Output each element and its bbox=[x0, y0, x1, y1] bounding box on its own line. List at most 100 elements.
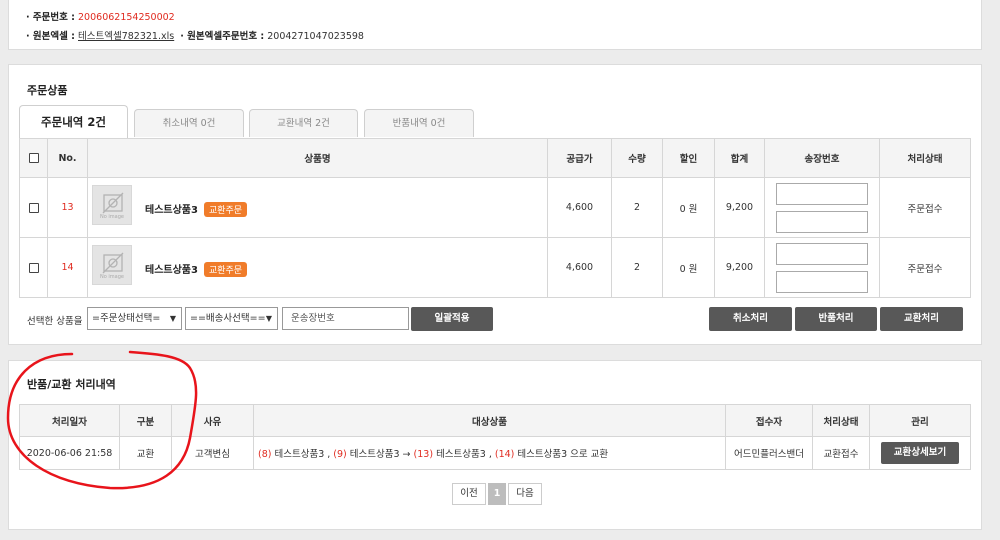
col-manage: 관리 bbox=[869, 404, 971, 437]
exchange-order-badge: 교환주문 bbox=[203, 262, 248, 277]
exchange-detail-button[interactable]: 교환상세보기 bbox=[881, 442, 959, 464]
col-type: 구분 bbox=[119, 404, 172, 437]
col-no: No. bbox=[47, 138, 88, 178]
col-quantity: 수량 bbox=[611, 138, 663, 178]
no-image-icon bbox=[102, 252, 124, 274]
product-cell: No image 테스트상품3 교환주문 bbox=[87, 177, 548, 238]
col-total: 합계 bbox=[714, 138, 765, 178]
col-receiver: 접수자 bbox=[725, 404, 813, 437]
row-checkbox-cell bbox=[19, 177, 48, 238]
no-image-text: No image bbox=[100, 274, 124, 280]
tab-cancellations[interactable]: 취소내역 0건 bbox=[134, 109, 244, 137]
invoice-cell bbox=[764, 177, 880, 238]
supply-price: 4,600 bbox=[547, 177, 612, 238]
col-reason: 사유 bbox=[171, 404, 254, 437]
product-ref-8: (8) bbox=[258, 449, 272, 460]
courier-select[interactable]: ==배송사선택== ▼ bbox=[185, 307, 278, 330]
total: 9,200 bbox=[714, 237, 765, 298]
row-number: 13 bbox=[47, 177, 88, 238]
product-ref-14: (14) bbox=[494, 449, 515, 460]
pagination-prev[interactable]: 이전 bbox=[452, 483, 486, 505]
cancel-process-button[interactable]: 취소처리 bbox=[709, 307, 792, 331]
col-process-status: 처리상태 bbox=[812, 404, 870, 437]
total: 9,200 bbox=[714, 177, 765, 238]
col-supply-price: 공급가 bbox=[547, 138, 612, 178]
invoice-number-placeholder: 운송장번호 bbox=[291, 313, 335, 324]
product-cell: No image 테스트상품3 교환주문 bbox=[87, 237, 548, 298]
excel-order-number: 2004271047023598 bbox=[267, 31, 364, 42]
invoice-input-1[interactable] bbox=[776, 182, 868, 205]
product-name: 테스트상품3 교환주문 bbox=[145, 261, 248, 277]
select-all-checkbox[interactable] bbox=[28, 153, 39, 163]
row-checkbox[interactable] bbox=[28, 202, 39, 213]
product-ref-text: 테스트상품3 , bbox=[271, 449, 334, 460]
tab-exchanges[interactable]: 교환내역 2건 bbox=[249, 109, 358, 137]
chevron-down-icon: ▼ bbox=[265, 314, 272, 323]
col-target-products: 대상상품 bbox=[253, 404, 726, 437]
product-name-text: 테스트상품3 bbox=[145, 205, 198, 216]
product-thumbnail: No image bbox=[92, 245, 132, 285]
col-invoice: 송장번호 bbox=[764, 138, 880, 178]
product-ref-text: 테스트상품3 → bbox=[346, 449, 414, 460]
row-checkbox[interactable] bbox=[28, 262, 39, 273]
excel-file-link[interactable]: 테스트엑셀782321.xls bbox=[78, 31, 174, 42]
discount: 0 원 bbox=[662, 177, 715, 238]
courier-select-value: ==배송사선택== bbox=[190, 313, 266, 324]
product-name-text: 테스트상품3 bbox=[145, 265, 198, 276]
product-name: 테스트상품3 교환주문 bbox=[145, 201, 248, 217]
product-ref-13: (13) bbox=[413, 449, 434, 460]
order-number-line: · 주문번호 : 2006062154250002 bbox=[26, 9, 175, 23]
target-products: (8) 테스트상품3 , (9) 테스트상품3 → (13) 테스트상품3 , … bbox=[253, 436, 726, 470]
receiver: 어드민플러스밴더 bbox=[725, 436, 813, 470]
bulk-action-label: 선택한 상품을 bbox=[27, 316, 83, 327]
status: 주문접수 bbox=[879, 177, 971, 238]
history-status: 교환접수 bbox=[812, 436, 870, 470]
product-ref-9: (9) bbox=[333, 449, 347, 460]
order-status-select-value: =주문상태선택= bbox=[92, 313, 161, 324]
history-title: 반품/교환 처리내역 bbox=[27, 378, 116, 391]
col-status: 처리상태 bbox=[879, 138, 971, 178]
pagination-current[interactable]: 1 bbox=[488, 483, 506, 505]
chevron-down-icon: ▼ bbox=[169, 314, 176, 323]
tab-orders[interactable]: 주문내역 2건 bbox=[19, 105, 128, 138]
exchange-process-button[interactable]: 교환처리 bbox=[880, 307, 963, 331]
history-table: 처리일자 구분 사유 대상상품 접수자 처리상태 관리 2020-06-06 2… bbox=[19, 404, 971, 470]
invoice-input-2[interactable] bbox=[776, 210, 868, 233]
invoice-input-2[interactable] bbox=[776, 270, 868, 293]
table-row: 13 No image 테스트상품3 교환주문 4,600 2 0 원 9,200… bbox=[19, 177, 971, 238]
tab-returns[interactable]: 반품내역 0건 bbox=[364, 109, 474, 137]
row-checkbox-cell bbox=[19, 237, 48, 298]
supply-price: 4,600 bbox=[547, 237, 612, 298]
invoice-number-input[interactable]: 운송장번호 bbox=[282, 307, 409, 330]
invoice-input-1[interactable] bbox=[776, 242, 868, 265]
invoice-cell bbox=[764, 237, 880, 298]
col-discount: 할인 bbox=[662, 138, 715, 178]
table-row: 2020-06-06 21:58 교환 고객변심 (8) 테스트상품3 , (9… bbox=[19, 436, 971, 470]
order-items-table: No. 상품명 공급가 수량 할인 합계 송장번호 처리상태 13 No ima… bbox=[19, 138, 971, 298]
row-number: 14 bbox=[47, 237, 88, 298]
table-row: 14 No image 테스트상품3 교환주문 4,600 2 0 원 9,200… bbox=[19, 237, 971, 298]
bulk-apply-button[interactable]: 일괄적용 bbox=[411, 307, 493, 331]
excel-info-line: · 원본엑셀 : 테스트엑셀782321.xls · 원본엑셀주문번호 : 20… bbox=[26, 28, 364, 42]
order-info-panel bbox=[8, 0, 982, 50]
process-date: 2020-06-06 21:58 bbox=[19, 436, 120, 470]
status: 주문접수 bbox=[879, 237, 971, 298]
excel-order-label: · 원본엑셀주문번호 : bbox=[180, 31, 265, 42]
exchange-order-badge: 교환주문 bbox=[203, 202, 248, 217]
order-items-title: 주문상품 bbox=[27, 84, 68, 97]
return-process-button[interactable]: 반품처리 bbox=[795, 307, 877, 331]
col-product-name: 상품명 bbox=[87, 138, 548, 178]
col-process-date: 처리일자 bbox=[19, 404, 120, 437]
product-ref-text: 테스트상품3 으로 교환 bbox=[514, 449, 609, 460]
pagination-next[interactable]: 다음 bbox=[508, 483, 542, 505]
quantity: 2 bbox=[611, 237, 663, 298]
order-status-select[interactable]: =주문상태선택= ▼ bbox=[87, 307, 182, 330]
manage-cell: 교환상세보기 bbox=[869, 436, 971, 470]
select-all-cell bbox=[19, 138, 48, 178]
product-thumbnail: No image bbox=[92, 185, 132, 225]
discount: 0 원 bbox=[662, 237, 715, 298]
process-type: 교환 bbox=[119, 436, 172, 470]
no-image-icon bbox=[102, 192, 124, 214]
quantity: 2 bbox=[611, 177, 663, 238]
no-image-text: No image bbox=[100, 214, 124, 220]
